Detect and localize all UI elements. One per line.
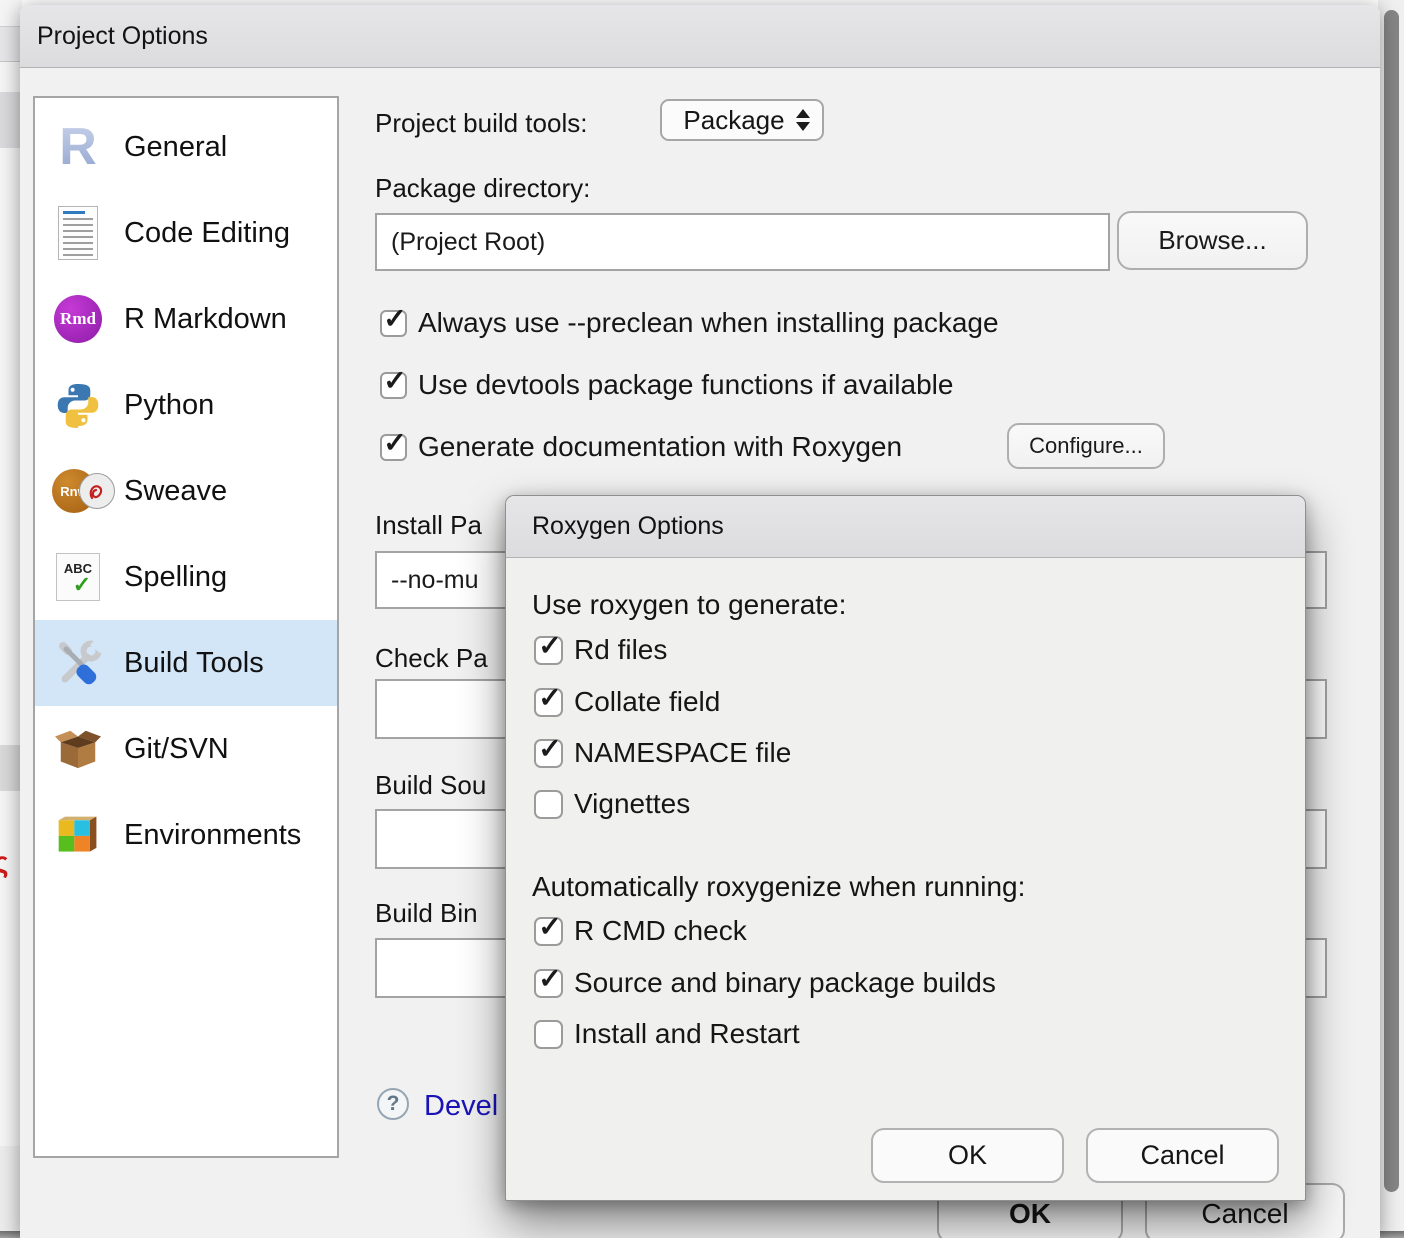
rd-files-label: Rd files (574, 634, 667, 666)
sidebar-item-label: Sweave (124, 475, 227, 508)
devtools-label: Use devtools package functions if availa… (418, 369, 953, 401)
install-restart-row: ✓ Install and Restart (534, 1014, 800, 1054)
vignettes-label: Vignettes (574, 788, 690, 820)
browse-button[interactable]: Browse... (1117, 211, 1308, 270)
sidebar-item-build-tools[interactable]: Build Tools (35, 620, 337, 706)
check-icon: ✓ (383, 305, 406, 333)
preclean-label: Always use --preclean when installing pa… (418, 307, 999, 339)
r-cmd-check-label: R CMD check (574, 915, 747, 947)
collate-field-checkbox[interactable]: ✓ (534, 688, 563, 717)
sidebar-item-environments[interactable]: Environments (35, 792, 337, 878)
python-icon (49, 376, 107, 434)
build-tools-icon (49, 634, 107, 692)
project-build-tools-select[interactable]: Package (660, 99, 824, 141)
sidebar-item-label: Git/SVN (124, 733, 229, 766)
environments-icon (49, 806, 107, 864)
help-icon[interactable]: ? (377, 1088, 409, 1120)
sidebar-item-git-svn[interactable]: Git/SVN (35, 706, 337, 792)
check-icon: ✓ (383, 429, 406, 457)
sidebar-item-sweave[interactable]: Rnw Sweave (35, 448, 337, 534)
r-cmd-check-checkbox[interactable]: ✓ (534, 917, 563, 946)
source-binary-label: Source and binary package builds (574, 967, 996, 999)
background-band (0, 745, 22, 791)
source-binary-row: ✓ Source and binary package builds (534, 963, 996, 1003)
developing-packages-link[interactable]: Devel (424, 1090, 498, 1123)
install-restart-label: Install and Restart (574, 1018, 800, 1050)
r-logo-icon: R (49, 118, 107, 176)
background-band (0, 1146, 22, 1238)
background-band (0, 26, 22, 62)
sidebar-item-spelling[interactable]: ABC ✓ Spelling (35, 534, 337, 620)
sidebar-item-code-editing[interactable]: Code Editing (35, 190, 337, 276)
check-icon: ✓ (538, 965, 561, 993)
background-band (0, 92, 22, 148)
source-binary-checkbox[interactable]: ✓ (534, 969, 563, 998)
check-icon: ✓ (538, 684, 561, 712)
dialog-title: Project Options (20, 5, 1380, 68)
configure-button[interactable]: Configure... (1007, 423, 1165, 469)
sidebar-item-python[interactable]: Python (35, 362, 337, 448)
check-icon: ✓ (538, 735, 561, 763)
rd-files-checkbox[interactable]: ✓ (534, 636, 563, 665)
sidebar-item-label: Build Tools (124, 647, 264, 680)
roxygen-options-dialog: Roxygen Options Use roxygen to generate:… (505, 495, 1306, 1201)
check-args-label: Check Pa (375, 643, 488, 674)
r-cmd-check-row: ✓ R CMD check (534, 911, 747, 951)
check-icon: ✓ (383, 367, 406, 395)
collate-field-label: Collate field (574, 686, 720, 718)
sidebar-item-label: General (124, 131, 227, 164)
check-icon: ✓ (538, 913, 561, 941)
check-icon: ✓ (538, 632, 561, 660)
build-tools-label: Project build tools: (375, 108, 587, 139)
build-source-args-label: Build Sou (375, 770, 486, 801)
preclean-checkbox-row: ✓ Always use --preclean when installing … (380, 303, 999, 343)
package-directory-label: Package directory: (375, 173, 590, 204)
vignettes-row: ✓ Vignettes (534, 784, 690, 824)
roxygen-cancel-button[interactable]: Cancel (1086, 1128, 1279, 1183)
roxygen-label: Generate documentation with Roxygen (418, 431, 902, 463)
roxygen-checkbox-row: ✓ Generate documentation with Roxygen (380, 427, 902, 467)
package-directory-input[interactable] (375, 213, 1110, 271)
stepper-arrows-icon (796, 108, 810, 132)
rd-files-row: ✓ Rd files (534, 630, 667, 670)
auto-section-label: Automatically roxygenize when running: (532, 871, 1025, 903)
roxygen-dialog-title: Roxygen Options (506, 496, 1305, 558)
background-artifact: ς (0, 846, 9, 880)
build-binary-args-label: Build Bin (375, 898, 478, 929)
install-args-label: Install Pa (375, 510, 482, 541)
preclean-checkbox[interactable]: ✓ (380, 310, 407, 337)
sidebar-item-general[interactable]: R General (35, 104, 337, 190)
sidebar-item-label: Code Editing (124, 217, 290, 250)
namespace-file-label: NAMESPACE file (574, 737, 791, 769)
background-window-left: ς (0, 0, 22, 1238)
rmarkdown-icon: Rmd (49, 290, 107, 348)
sweave-icon: Rnw (49, 462, 115, 520)
scrollbar-thumb[interactable] (1384, 10, 1399, 1192)
collate-field-row: ✓ Collate field (534, 682, 720, 722)
screen: ς Project Options R General Code Editing (0, 0, 1404, 1238)
sidebar-item-label: R Markdown (124, 303, 287, 336)
package-box-icon (49, 720, 107, 778)
sidebar-item-label: Environments (124, 819, 301, 852)
selected-build-tool: Package (678, 105, 790, 136)
namespace-file-checkbox[interactable]: ✓ (534, 739, 563, 768)
generate-section-label: Use roxygen to generate: (532, 589, 846, 621)
code-file-icon (49, 204, 107, 262)
devtools-checkbox[interactable]: ✓ (380, 372, 407, 399)
sidebar-item-label: Python (124, 389, 214, 422)
spellcheck-icon: ABC ✓ (49, 548, 107, 606)
sidebar-item-label: Spelling (124, 561, 227, 594)
namespace-file-row: ✓ NAMESPACE file (534, 733, 791, 773)
roxygen-ok-button[interactable]: OK (871, 1128, 1064, 1183)
roxygen-checkbox[interactable]: ✓ (380, 434, 407, 461)
devtools-checkbox-row: ✓ Use devtools package functions if avai… (380, 365, 953, 405)
sidebar-item-r-markdown[interactable]: Rmd R Markdown (35, 276, 337, 362)
vignettes-checkbox[interactable]: ✓ (534, 790, 563, 819)
category-sidebar: R General Code Editing Rmd R Markdown (33, 96, 339, 1158)
install-restart-checkbox[interactable]: ✓ (534, 1020, 563, 1049)
